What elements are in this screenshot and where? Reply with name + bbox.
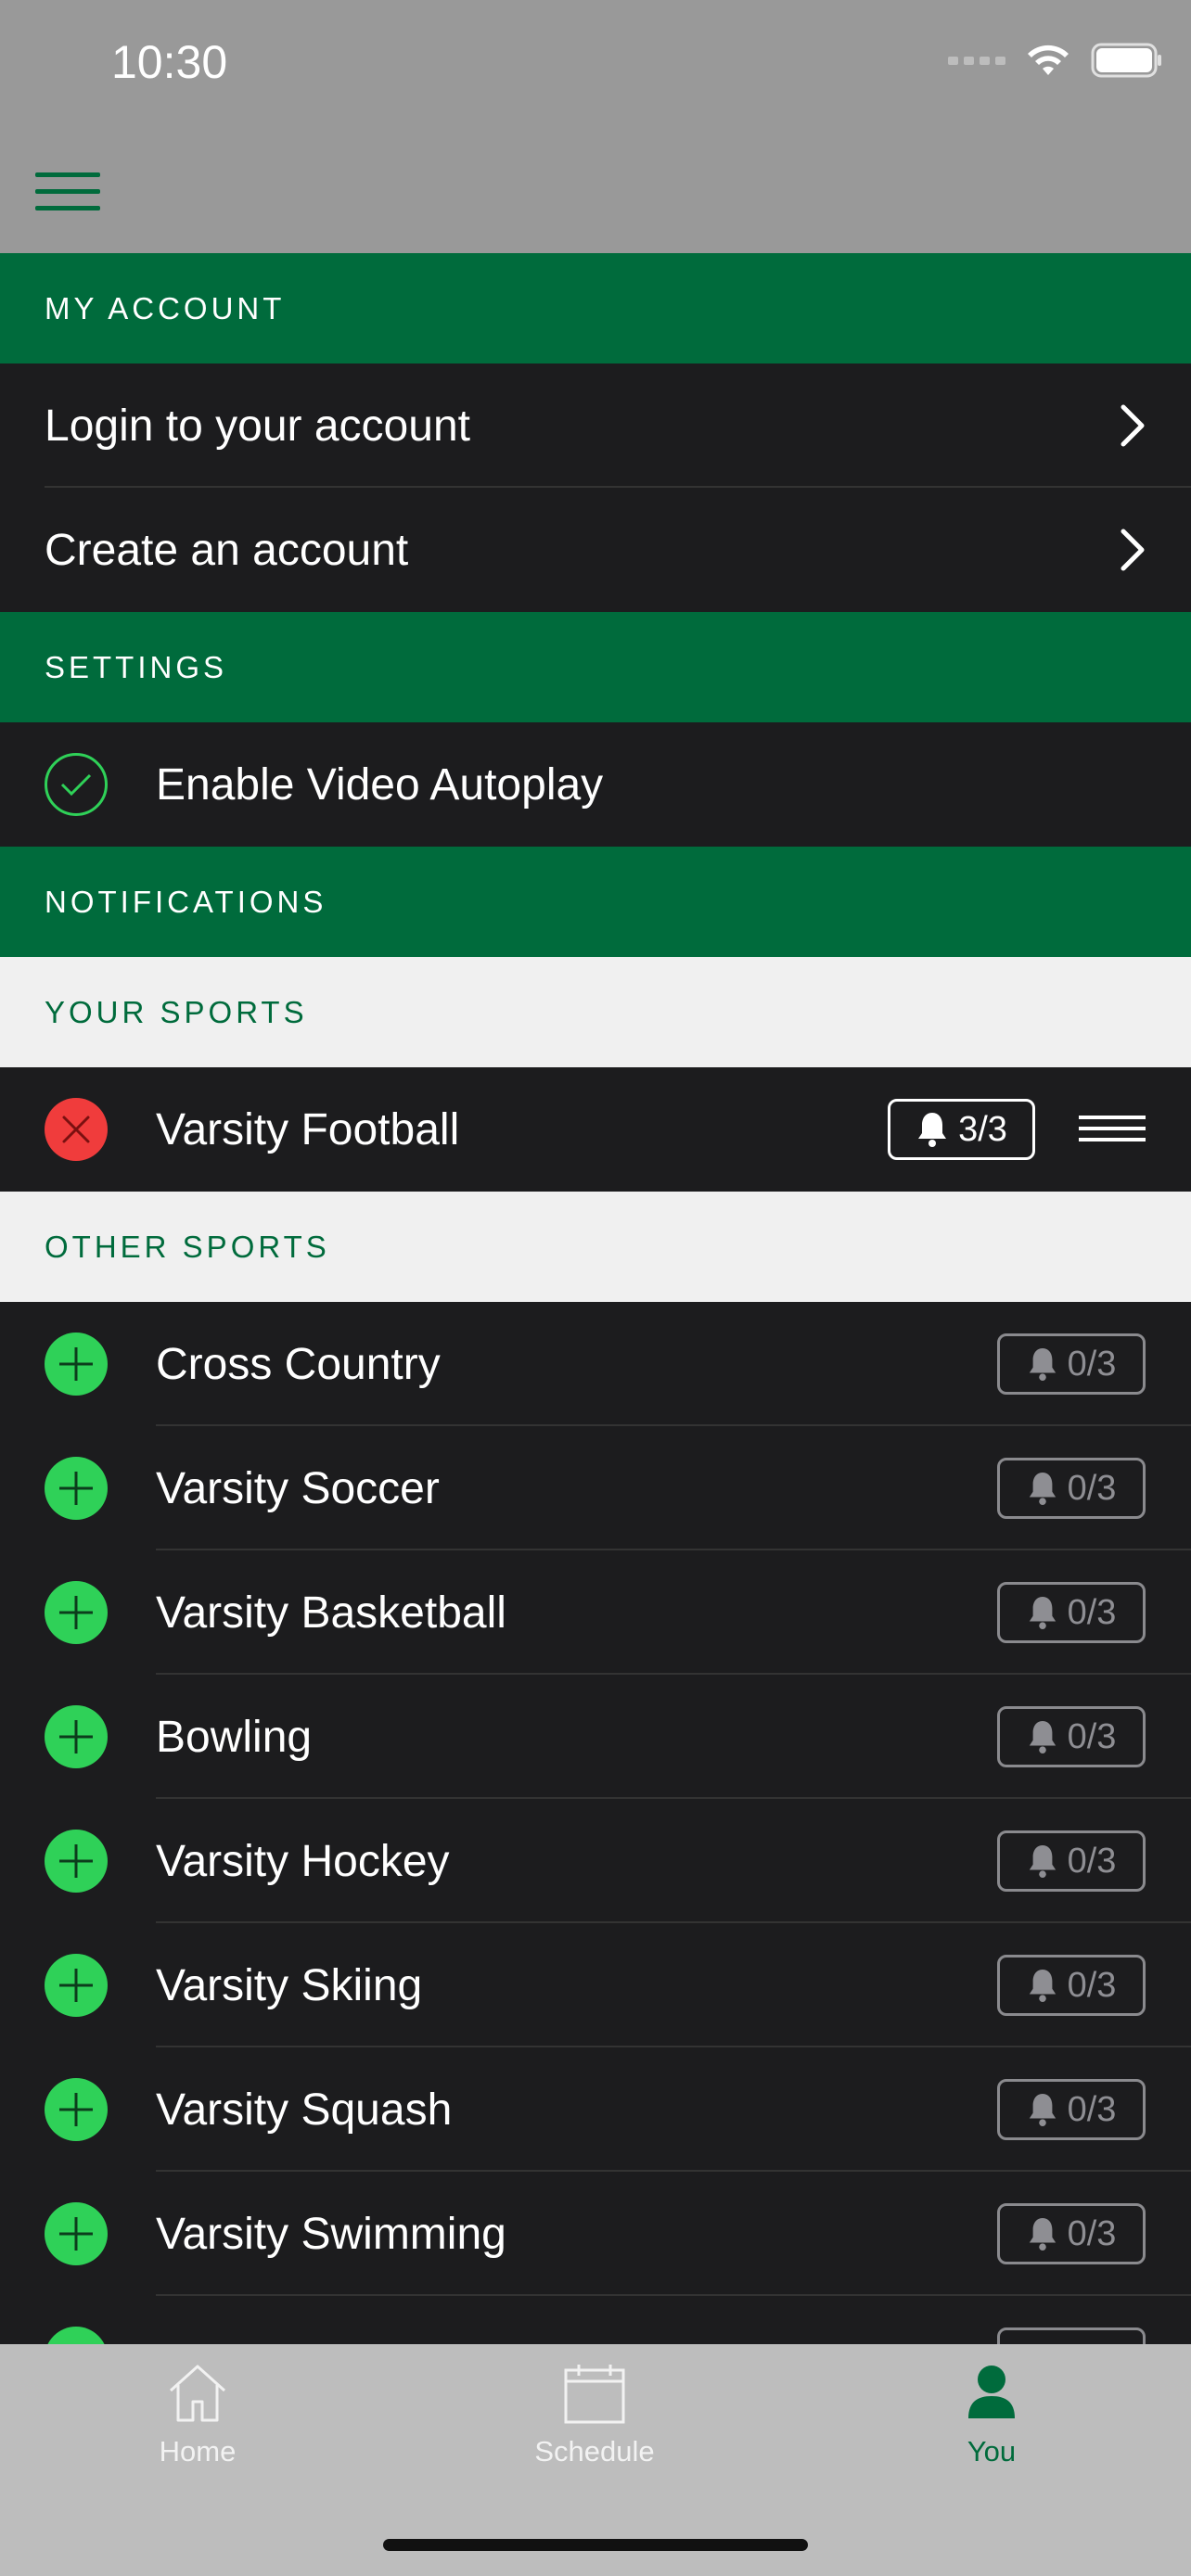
tab-label: Schedule — [534, 2435, 655, 2468]
add-sport-icon[interactable] — [45, 1581, 108, 1644]
notification-count-button[interactable]: 0/3 — [997, 2079, 1146, 2140]
login-row[interactable]: Login to your account — [0, 363, 1191, 488]
calendar-icon — [564, 2365, 625, 2424]
tab-you[interactable]: You — [899, 2361, 1084, 2468]
sport-name: Varsity Hockey — [156, 1836, 450, 1886]
add-sport-icon[interactable] — [45, 2327, 108, 2344]
bell-icon — [1029, 1721, 1056, 1753]
bell-icon — [1029, 1845, 1056, 1878]
section-header-notifications: NOTIFICATIONS — [0, 847, 1191, 957]
notification-count-button[interactable]: 0/3 — [997, 2203, 1146, 2264]
notification-count-button[interactable]: 0/3 — [997, 1458, 1146, 1519]
settings-list: MY ACCOUNT Login to your account Create … — [0, 253, 1191, 2344]
bell-icon — [1029, 2218, 1056, 2251]
notification-count-button[interactable]: 0/3 — [997, 1706, 1146, 1767]
status-time: 10:30 — [111, 36, 228, 88]
notification-count: 3/3 — [958, 1109, 1007, 1149]
sport-row-varsity-basketball: Varsity Basketball 0/3 — [0, 1550, 1191, 1675]
notification-count-button[interactable]: 0/3 — [997, 1582, 1146, 1643]
bell-icon — [1029, 1970, 1056, 2002]
create-account-row[interactable]: Create an account — [0, 488, 1191, 612]
notification-count-button[interactable]: 0/3 — [997, 1830, 1146, 1892]
sport-name: Varsity Basketball — [156, 1588, 506, 1638]
add-sport-icon[interactable] — [45, 1333, 108, 1396]
home-indicator[interactable] — [383, 2539, 808, 2551]
video-autoplay-row[interactable]: Enable Video Autoplay — [0, 722, 1191, 847]
cellular-signal-icon — [948, 56, 1005, 65]
create-account-label: Create an account — [45, 525, 409, 575]
add-sport-icon[interactable] — [45, 1457, 108, 1520]
bell-icon — [1029, 1348, 1056, 1381]
notification-count: 0/3 — [1067, 2213, 1117, 2253]
sport-name: Bowling — [156, 1712, 313, 1762]
tab-schedule[interactable]: Schedule — [502, 2361, 687, 2468]
home-icon — [169, 2365, 226, 2422]
hamburger-menu-icon[interactable] — [35, 172, 100, 213]
notification-count: 0/3 — [1067, 1841, 1117, 1881]
notification-count-button[interactable]: 3/3 — [888, 1099, 1035, 1160]
sport-row-varsity-soccer: Varsity Soccer 0/3 — [0, 1426, 1191, 1550]
status-icons — [948, 43, 1163, 78]
tab-label: Home — [159, 2435, 237, 2468]
sport-row-cross-country: Cross Country 0/3 — [0, 1302, 1191, 1426]
sport-name: Varsity Squash — [156, 2085, 453, 2135]
tab-label: You — [967, 2435, 1017, 2468]
sport-row-bowling: Bowling 0/3 — [0, 1675, 1191, 1799]
battery-icon — [1091, 43, 1163, 78]
checkmark-icon[interactable] — [45, 753, 108, 816]
video-autoplay-label: Enable Video Autoplay — [156, 759, 604, 810]
add-sport-icon[interactable] — [45, 2202, 108, 2265]
chevron-right-icon — [1121, 529, 1145, 571]
top-bar: 10:30 — [0, 0, 1191, 253]
sport-row-partial — [0, 2296, 1191, 2344]
wifi-icon — [1026, 44, 1070, 77]
sport-name: Varsity Soccer — [156, 1463, 440, 1513]
notification-count-button[interactable]: 0/3 — [997, 1955, 1146, 2016]
remove-sport-icon[interactable] — [45, 1098, 108, 1161]
sport-row-varsity-swimming: Varsity Swimming 0/3 — [0, 2172, 1191, 2296]
add-sport-icon[interactable] — [45, 1954, 108, 2017]
add-sport-icon[interactable] — [45, 1830, 108, 1893]
tab-home[interactable]: Home — [105, 2361, 290, 2468]
notification-count: 0/3 — [1067, 1965, 1117, 2005]
bell-icon — [1029, 2094, 1056, 2126]
sport-name: Varsity Skiing — [156, 1960, 423, 2010]
add-sport-icon[interactable] — [45, 1705, 108, 1768]
add-sport-icon[interactable] — [45, 2078, 108, 2141]
sport-row-varsity-football: Varsity Football 3/3 — [0, 1067, 1191, 1192]
section-header-settings: SETTINGS — [0, 612, 1191, 722]
sport-row-varsity-squash: Varsity Squash 0/3 — [0, 2047, 1191, 2172]
sport-row-varsity-hockey: Varsity Hockey 0/3 — [0, 1799, 1191, 1923]
notification-count-button[interactable] — [997, 2327, 1146, 2344]
section-header-my-account: MY ACCOUNT — [0, 253, 1191, 363]
subheader-other-sports: OTHER SPORTS — [0, 1192, 1191, 1302]
bell-icon — [918, 1113, 947, 1147]
notification-count: 0/3 — [1067, 1468, 1117, 1508]
notification-count: 0/3 — [1067, 1716, 1117, 1756]
notification-count: 0/3 — [1067, 2089, 1117, 2129]
sport-name: Varsity Swimming — [156, 2209, 506, 2259]
person-icon — [968, 2366, 1015, 2418]
notification-count: 0/3 — [1067, 1592, 1117, 1632]
chevron-right-icon — [1121, 404, 1145, 447]
subheader-your-sports: YOUR SPORTS — [0, 957, 1191, 1067]
notification-count-button[interactable]: 0/3 — [997, 1333, 1146, 1395]
bell-icon — [1029, 1473, 1056, 1505]
sport-row-varsity-skiing: Varsity Skiing 0/3 — [0, 1923, 1191, 2047]
notification-count: 0/3 — [1067, 1344, 1117, 1384]
bell-icon — [1029, 1597, 1056, 1629]
login-label: Login to your account — [45, 401, 470, 451]
sport-name: Cross Country — [156, 1339, 441, 1389]
drag-handle-icon[interactable] — [1079, 1116, 1146, 1149]
sport-name: Varsity Football — [156, 1104, 460, 1154]
